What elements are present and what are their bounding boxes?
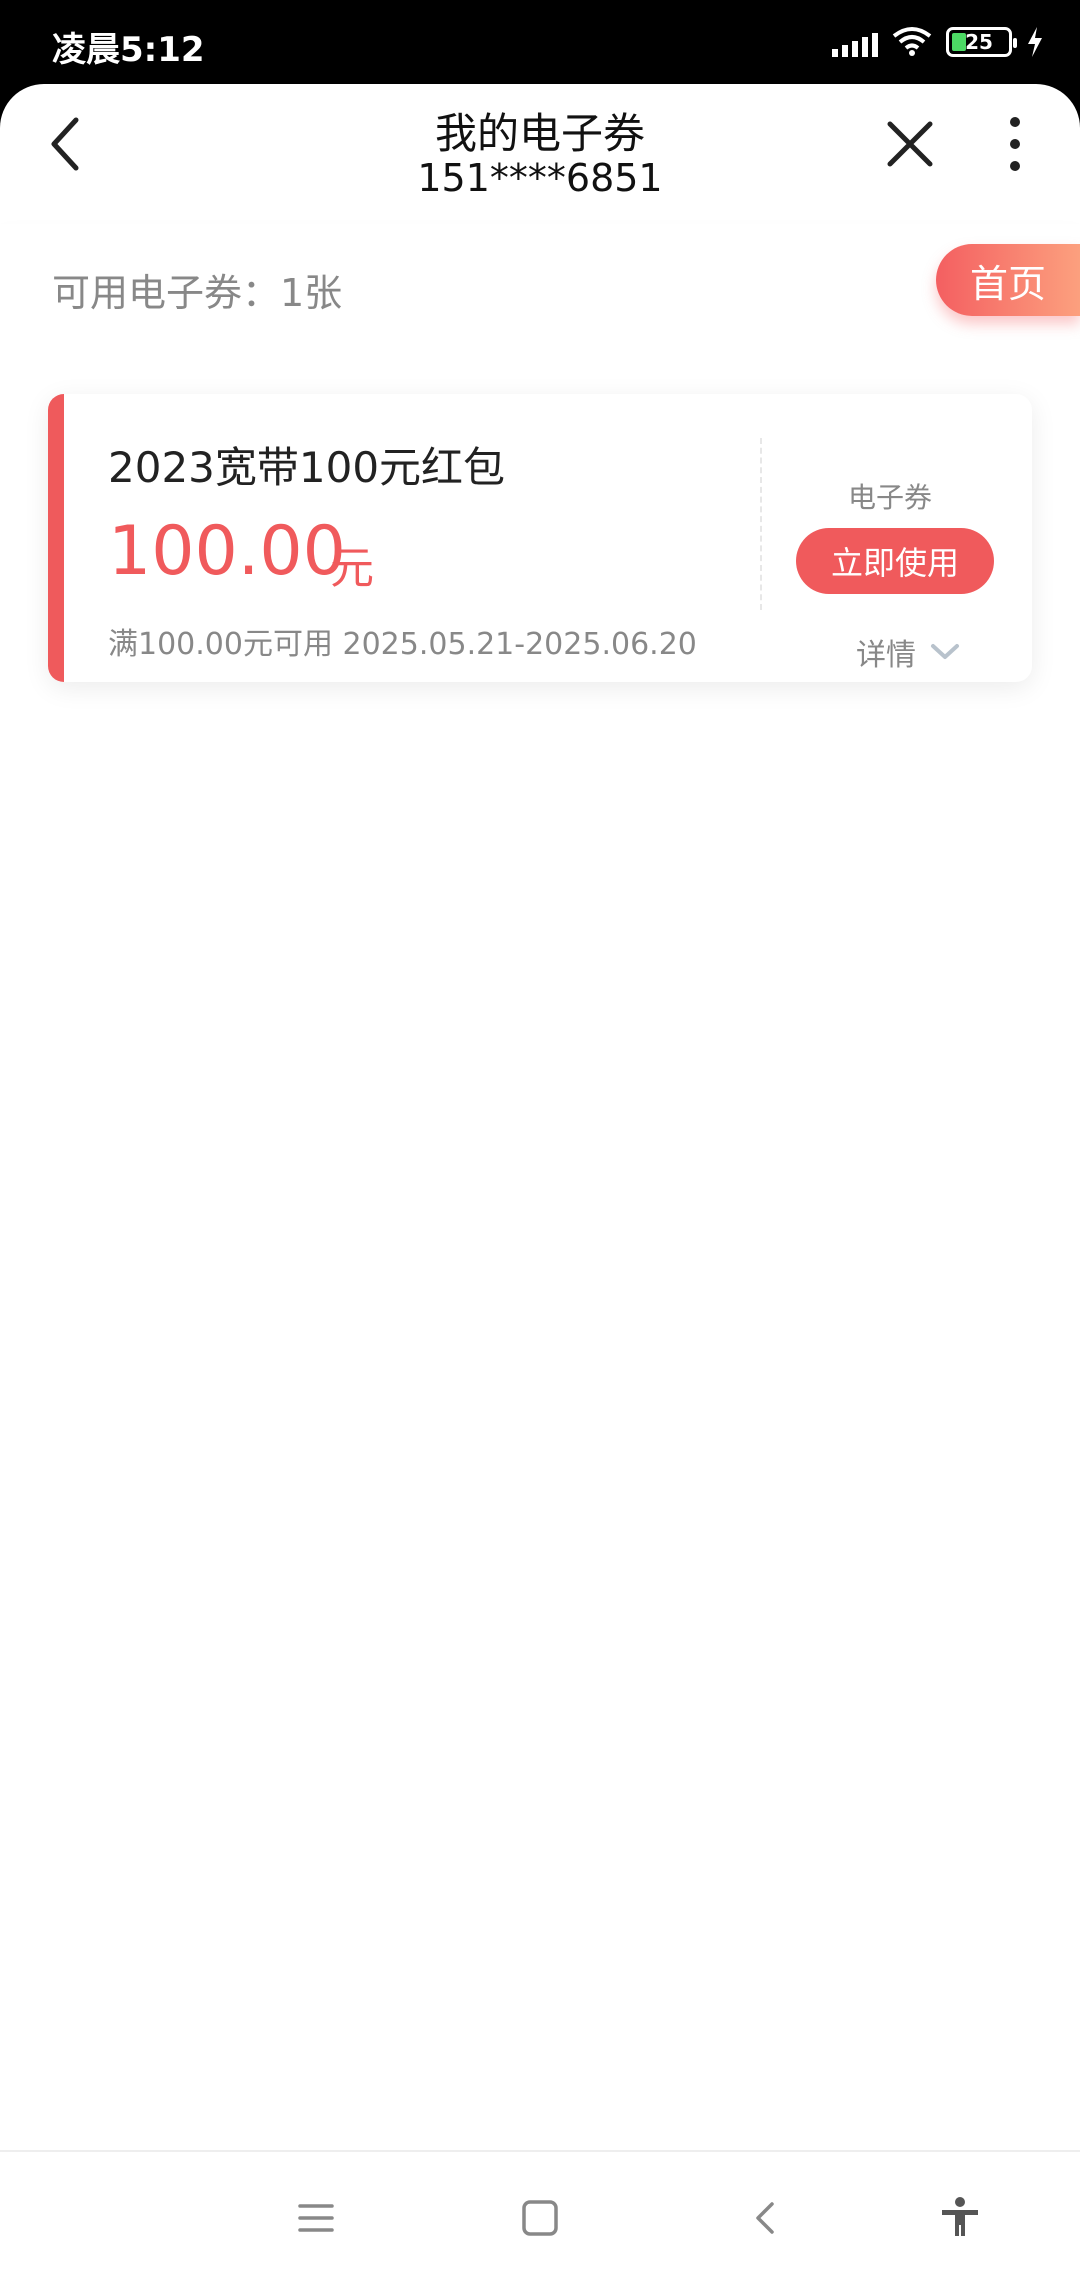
accessibility-icon — [942, 2197, 978, 2236]
home-icon — [522, 2200, 558, 2236]
menu-button[interactable] — [286, 2188, 346, 2248]
details-label: 详情 — [856, 638, 916, 673]
nav-back-button[interactable] — [736, 2188, 796, 2248]
menu-icon — [298, 2204, 334, 2232]
home-button[interactable]: 首页 — [936, 244, 1080, 316]
details-toggle[interactable]: 详情 — [856, 630, 960, 674]
more-button[interactable] — [990, 114, 1040, 174]
header: 我的电子券 151****6851 — [0, 84, 1080, 224]
status-icons: 25 — [832, 26, 1044, 58]
more-vertical-icon — [1010, 117, 1020, 171]
coupon-type: 电子券 — [848, 481, 933, 514]
coupon-list: 2023宽带100元红包 100.00 元 满100.00元可用 2025.05… — [0, 354, 1080, 2154]
coupon-summary: 可用电子券：1张 首页 — [0, 224, 1080, 354]
battery-icon: 25 — [946, 27, 1017, 57]
status-time: 凌晨5:12 — [52, 30, 205, 70]
coupon-condition: 满100.00元可用 2025.05.21-2025.06.20 — [108, 627, 697, 662]
close-icon — [887, 121, 933, 167]
coupon-amount: 100.00 — [108, 512, 346, 591]
app-window: 我的电子券 151****6851 可用电子券：1张 首页 2023宽带100元… — [0, 84, 1080, 2280]
wifi-icon — [892, 27, 932, 56]
back-icon — [756, 2202, 774, 2234]
available-count: 可用电子券：1张 — [52, 271, 343, 315]
accessibility-button[interactable] — [930, 2188, 990, 2248]
home-nav-button[interactable] — [510, 2188, 570, 2248]
charging-icon — [1028, 27, 1042, 57]
coupon-card[interactable]: 2023宽带100元红包 100.00 元 满100.00元可用 2025.05… — [48, 394, 1032, 682]
system-nav-bar — [0, 2150, 1080, 2280]
status-bar: 凌晨5:12 25 — [0, 0, 1080, 90]
use-now-button[interactable]: 立即使用 — [796, 528, 994, 594]
coupon-divider — [760, 438, 762, 610]
coupon-stripe — [48, 394, 64, 682]
close-button[interactable] — [880, 114, 940, 174]
battery-level: 25 — [965, 30, 993, 54]
coupon-name: 2023宽带100元红包 — [108, 443, 506, 492]
chevron-down-icon — [931, 644, 959, 659]
signal-icon — [832, 27, 878, 57]
coupon-unit: 元 — [330, 543, 374, 594]
